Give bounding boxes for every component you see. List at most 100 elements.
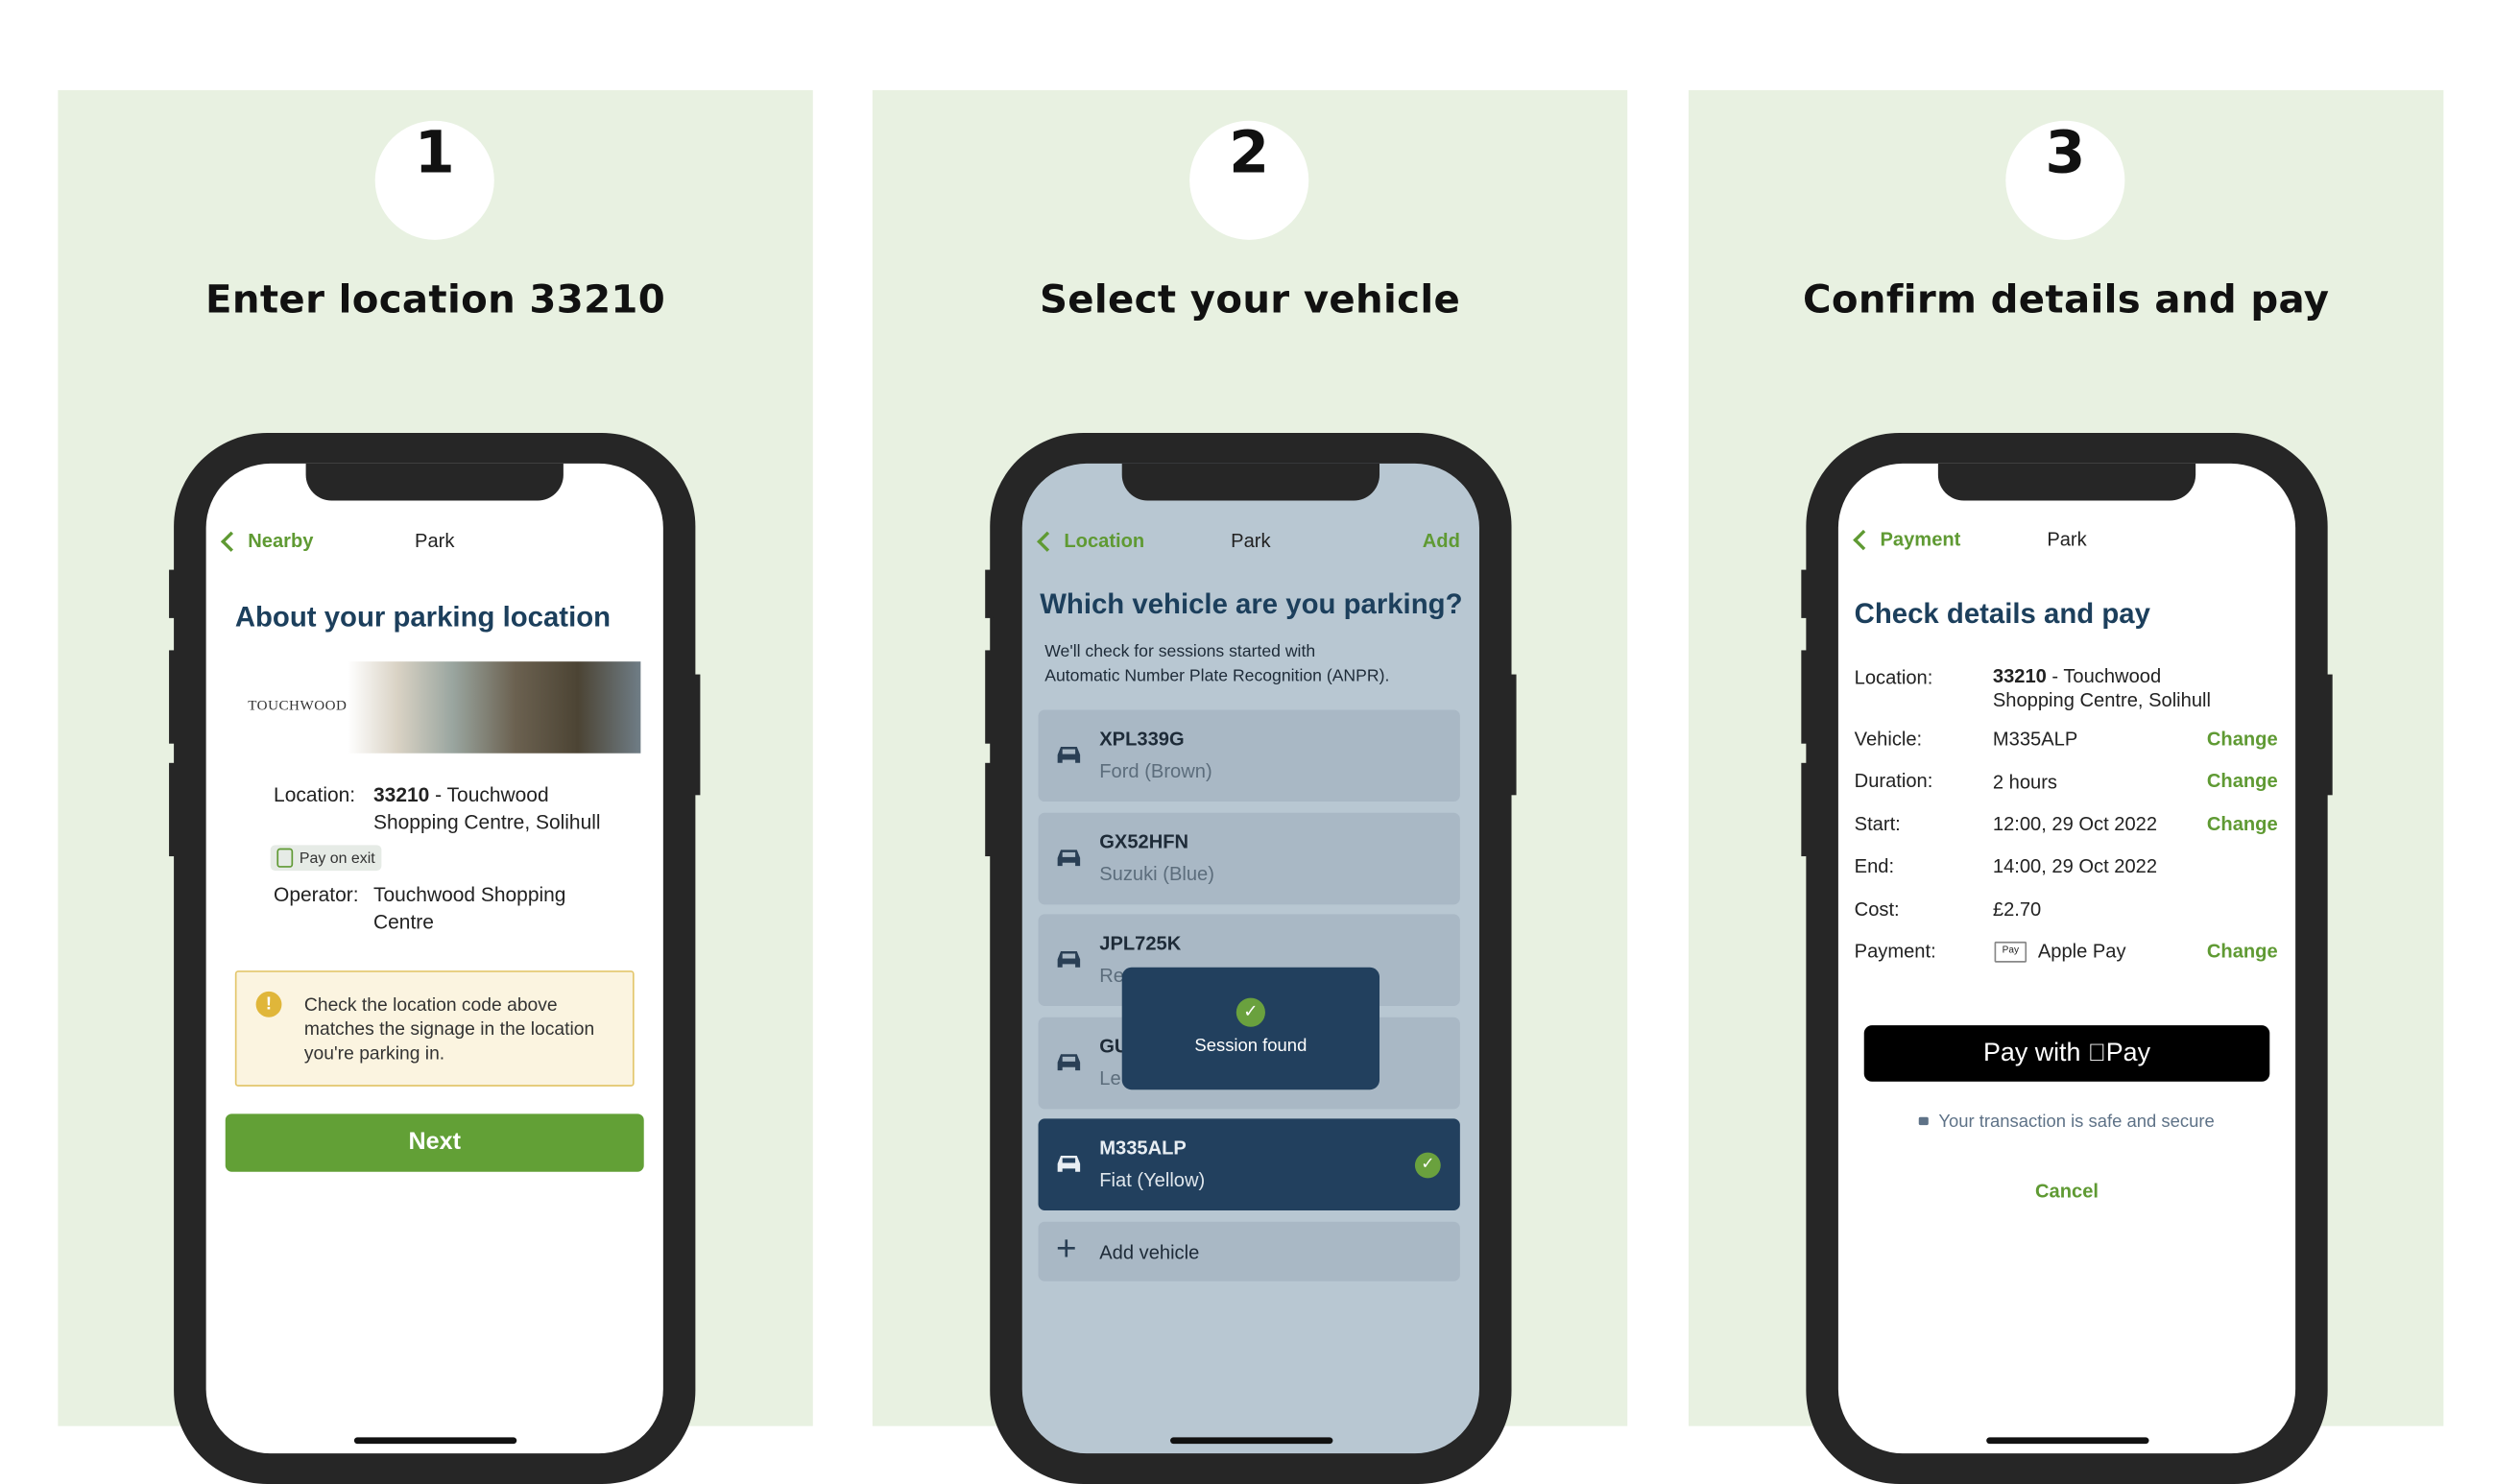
- phone-frame: Payment Park Check details and pay Locat…: [1801, 433, 2333, 1484]
- touchwood-logo: TOUCHWOOD: [248, 697, 348, 713]
- change-payment-link[interactable]: Change: [2207, 940, 2278, 962]
- anpr-description: We'll check for sessions started with Aut…: [1044, 640, 1389, 688]
- nav-bar: Nearby Park: [206, 530, 663, 559]
- secure-note: Your transaction is safe and secure: [1838, 1113, 2295, 1132]
- add-vehicle-label: Add vehicle: [1099, 1240, 1200, 1264]
- vehicle-plate: GX52HFN: [1099, 830, 1189, 853]
- subtext-line: Automatic Number Plate Recognition (ANPR…: [1044, 666, 1390, 686]
- phone-screen: Location Park Add Which vehicle are you …: [1021, 463, 1479, 1454]
- checkmark-icon: ✓: [1236, 997, 1265, 1027]
- apple-pay-card-icon: Pay: [1994, 941, 2027, 963]
- payment-value: Apple Pay: [2037, 940, 2126, 963]
- vehicle-value: M335ALP: [1992, 727, 2078, 751]
- cost-value: £2.70: [1992, 898, 2042, 922]
- step-number: 1: [374, 120, 494, 240]
- start-label: Start:: [1854, 812, 1901, 836]
- step-number: 2: [1189, 120, 1309, 240]
- home-indicator: [353, 1437, 517, 1445]
- apple-pay-button[interactable]: Pay with Pay: [1863, 1025, 2270, 1082]
- location-name-2: Shopping Centre, Solihull: [1992, 688, 2211, 712]
- cancel-button[interactable]: Cancel: [1838, 1180, 2295, 1202]
- notch: [1121, 463, 1380, 501]
- start-value: 12:00, 29 Oct 2022: [1992, 812, 2158, 836]
- step-number: 3: [2005, 120, 2125, 240]
- phone-frame: Location Park Add Which vehicle are you …: [985, 433, 1517, 1484]
- session-found-toast: ✓ Session found: [1121, 967, 1380, 1090]
- location-code: 33210: [1992, 664, 2047, 687]
- vehicle-plate: XPL339G: [1099, 727, 1185, 751]
- vehicle-description: Suzuki (Blue): [1099, 862, 1214, 886]
- operator-value: Touchwood Shopping Centre: [373, 883, 566, 934]
- change-start-link[interactable]: Change: [2207, 813, 2278, 835]
- page-title: About your parking location: [234, 600, 612, 633]
- vehicle-description: Le: [1099, 1066, 1121, 1090]
- nav-bar: Location Park Add: [1022, 530, 1479, 559]
- nav-title: Park: [2047, 527, 2087, 551]
- phone-screen: Payment Park Check details and pay Locat…: [1837, 463, 2296, 1454]
- add-button[interactable]: Add: [1423, 530, 1460, 552]
- payment-label: Payment:: [1854, 940, 1936, 963]
- page-title: Which vehicle are you parking?: [1040, 587, 1463, 620]
- nav-title: Park: [415, 529, 455, 553]
- car-icon: [1057, 1054, 1081, 1071]
- nav-title: Park: [1231, 529, 1271, 553]
- vehicle-card-selected[interactable]: M335ALP Fiat (Yellow) ✓: [1038, 1118, 1460, 1210]
- vehicle-card[interactable]: XPL339G Ford (Brown): [1038, 709, 1460, 802]
- checkmark-icon: ✓: [1414, 1152, 1441, 1179]
- location-name: - Touchwood: [429, 783, 549, 807]
- location-code: 33210: [373, 783, 430, 807]
- location-name-2: Shopping Centre, Solihull: [373, 811, 601, 834]
- vehicle-description: Re: [1099, 964, 1124, 987]
- stage: 1 Enter location 33210 Nearby Park About…: [0, 0, 2495, 1484]
- card-mark: Pay: [2002, 945, 2019, 957]
- add-vehicle-button[interactable]: + Add vehicle: [1038, 1221, 1460, 1281]
- toast-message: Session found: [1194, 1036, 1307, 1056]
- apple-logo-icon: : [2088, 1040, 2106, 1067]
- plus-icon: +: [1055, 1228, 1077, 1269]
- location-banner-image: TOUCHWOOD: [222, 661, 641, 754]
- vehicle-description: Ford (Brown): [1099, 759, 1212, 782]
- vehicle-plate: M335ALP: [1099, 1136, 1187, 1160]
- secure-note-text: Your transaction is safe and secure: [1938, 1112, 2215, 1132]
- location-label: Location:: [1854, 666, 1933, 689]
- home-indicator: [1986, 1437, 2149, 1445]
- location-value: 33210 - Touchwood Shopping Centre, Solihu…: [373, 782, 647, 837]
- next-button[interactable]: Next: [225, 1113, 644, 1172]
- pay-on-exit-badge: Pay on exit: [270, 845, 382, 872]
- page-title: Check details and pay: [1854, 597, 2150, 630]
- duration-value: 2 hours: [1992, 771, 2058, 794]
- vehicle-description: Fiat (Yellow): [1099, 1168, 1206, 1191]
- operator-label: Operator:: [274, 883, 359, 907]
- change-vehicle-link[interactable]: Change: [2207, 728, 2278, 750]
- vehicle-plate: JPL725K: [1099, 931, 1182, 955]
- location-label: Location:: [274, 783, 356, 807]
- car-icon: [1057, 950, 1081, 968]
- car-icon: [1057, 747, 1081, 763]
- pay-brand-label: Pay: [2097, 1040, 2150, 1067]
- notch: [305, 463, 564, 501]
- cost-label: Cost:: [1854, 898, 1900, 922]
- nav-bar: Payment Park: [1838, 528, 2295, 557]
- step-1-panel: 1 Enter location 33210 Nearby Park About…: [58, 89, 813, 1484]
- subtext-line: We'll check for sessions started with: [1044, 642, 1316, 662]
- duration-label: Duration:: [1854, 769, 1933, 792]
- warning-box: ! Check the location code above matches …: [234, 970, 635, 1087]
- step-title: Confirm details and pay: [1803, 276, 2330, 323]
- end-label: End:: [1854, 854, 1895, 877]
- notch: [1937, 463, 2196, 501]
- car-icon: [1057, 850, 1081, 867]
- vehicle-label: Vehicle:: [1854, 727, 1923, 751]
- step-3-panel: 3 Confirm details and pay Payment Park C…: [1688, 89, 2444, 1484]
- location-name: - Touchwood: [2046, 664, 2162, 687]
- pay-with-label: Pay with: [1983, 1040, 2081, 1067]
- car-icon: [1057, 1155, 1081, 1172]
- vehicle-card[interactable]: GX52HFN Suzuki (Blue): [1038, 812, 1460, 905]
- badge-label: Pay on exit: [299, 849, 375, 867]
- parking-exit-icon: [276, 848, 294, 868]
- location-value: 33210 - Touchwood Shopping Centre, Solihu…: [1993, 665, 2211, 713]
- step-title: Enter location 33210: [205, 276, 666, 323]
- end-value: 14:00, 29 Oct 2022: [1992, 854, 2158, 877]
- step-2-panel: 2 Select your vehicle Location Park Add …: [872, 89, 1628, 1484]
- phone-frame: Nearby Park About your parking location …: [169, 433, 701, 1484]
- change-duration-link[interactable]: Change: [2207, 770, 2278, 792]
